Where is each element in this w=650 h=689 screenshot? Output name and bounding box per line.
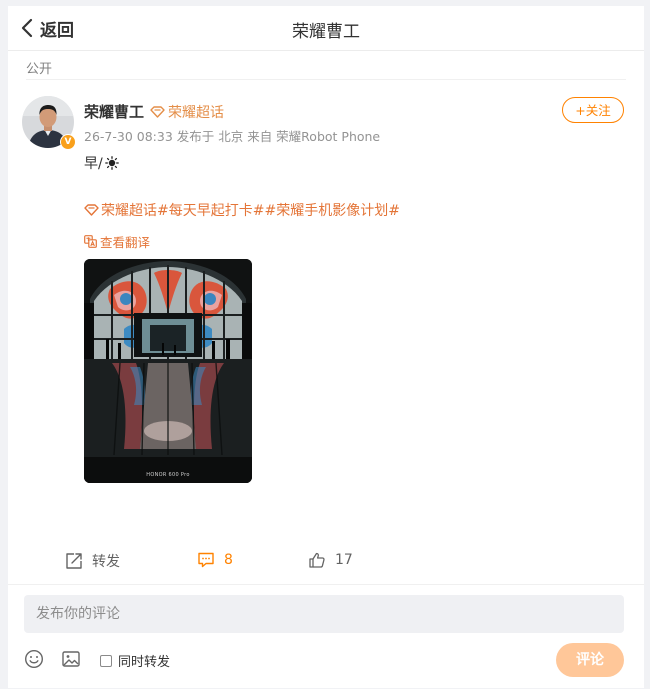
verified-badge-icon: V: [60, 134, 76, 150]
image-icon[interactable]: [61, 649, 81, 669]
post-text-content: 早/: [84, 156, 103, 172]
topic-link-daily-checkin[interactable]: #每天早起打卡#: [157, 200, 264, 220]
post-detail-card: 返回 荣耀曹工 公开 V 荣耀曹工 荣耀超话 26-7-30 08:33 发布于…: [8, 6, 644, 688]
repost-also-checkbox[interactable]: [100, 654, 112, 667]
translate-label: 查看翻译: [100, 235, 151, 250]
station-hall-photo: [84, 259, 252, 483]
sun-emoji-icon: [104, 156, 119, 170]
post-actions: 转发 8 17: [8, 551, 644, 579]
comment-button[interactable]: 8: [197, 551, 233, 569]
super-topic-label: 荣耀超话: [168, 104, 225, 121]
avatar[interactable]: V: [22, 96, 76, 150]
repost-label: 转发: [92, 554, 120, 570]
post-meta: 26-7-30 08:33 发布于 北京 来自 荣耀Robot Phone: [84, 129, 381, 144]
repost-also-label: 同时转发: [118, 655, 171, 670]
emoji-icon[interactable]: [24, 649, 44, 669]
visibility-label: 公开: [26, 62, 53, 77]
thumbs-up-icon: [309, 552, 325, 568]
topic-link-super-topic[interactable]: 荣耀超话: [101, 200, 157, 220]
repost-also-option[interactable]: 同时转发: [100, 651, 170, 670]
photo-watermark: HONOR 600 Pro: [146, 472, 190, 478]
post-text: 早/: [84, 153, 119, 173]
like-button[interactable]: 17: [308, 551, 353, 569]
top-bar: 返回 荣耀曹工: [8, 6, 644, 51]
comment-composer: 同时转发 评论: [8, 584, 644, 689]
submit-comment-button[interactable]: 评论: [556, 643, 624, 677]
super-topic-badge[interactable]: 荣耀超话: [150, 102, 224, 122]
topic-link-imaging-plan[interactable]: #荣耀手机影像计划#: [264, 200, 399, 220]
like-count: 17: [335, 552, 353, 568]
author-name[interactable]: 荣耀曹工: [84, 101, 144, 122]
topic-links: 荣耀超话 #每天早起打卡# #荣耀手机影像计划#: [84, 200, 400, 220]
comment-input[interactable]: [24, 595, 624, 633]
comment-icon: [198, 552, 214, 568]
follow-button[interactable]: +关注: [562, 97, 624, 123]
diamond-icon: [150, 105, 165, 118]
share-icon: [66, 553, 82, 569]
translate-icon: [84, 235, 97, 248]
author-row: 荣耀曹工 荣耀超话: [84, 101, 224, 122]
translate-link[interactable]: 查看翻译: [84, 232, 150, 251]
diamond-icon: [84, 204, 99, 216]
comment-count: 8: [224, 552, 233, 568]
repost-button[interactable]: 转发: [65, 551, 120, 571]
post-photo[interactable]: HONOR 600 Pro: [84, 259, 252, 483]
divider: [26, 79, 626, 80]
page-title: 荣耀曹工: [292, 22, 360, 42]
